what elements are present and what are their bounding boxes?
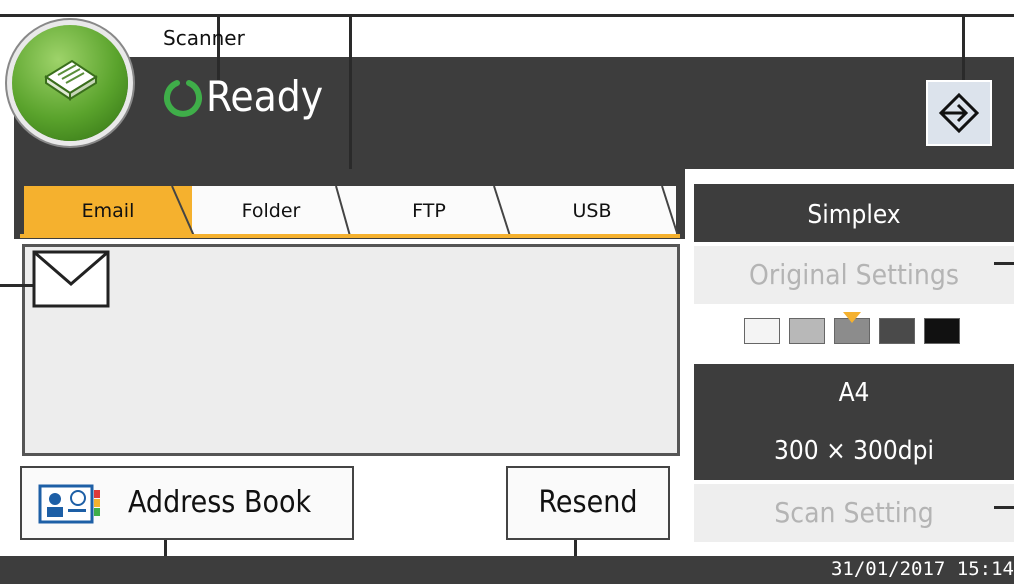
tab-underline: [20, 234, 680, 238]
density-level-2[interactable]: [789, 318, 825, 344]
callout-line-logout: [962, 14, 965, 84]
destination-list[interactable]: [22, 244, 680, 456]
callout-rule: [0, 14, 1014, 17]
density-level-5[interactable]: [924, 318, 960, 344]
callout-line-original-settings: [994, 262, 1014, 265]
callout-line-tabs: [349, 14, 352, 182]
callout-line-scan-setting: [994, 506, 1014, 509]
resolution: 300 × 300dpi: [774, 436, 934, 466]
top-area: [0, 0, 1014, 57]
resend-button[interactable]: Resend: [506, 466, 670, 540]
density-marker: [843, 312, 861, 323]
density-level-4[interactable]: [879, 318, 915, 344]
status-text: Ready: [206, 72, 324, 121]
scanner-screen: Scanner Ready Email Folder FTP USB Addre…: [0, 0, 1014, 584]
paper-size: A4: [838, 378, 870, 408]
density-level-1[interactable]: [744, 318, 780, 344]
scanner-icon: [12, 25, 128, 141]
logout-icon: [938, 92, 980, 134]
app-title: Scanner: [163, 26, 245, 50]
date-time: 31/01/2017 15:14: [830, 558, 1014, 580]
tab-dividers: [171, 185, 679, 237]
ready-ring-icon: [163, 78, 203, 118]
original-settings-button[interactable]: Original Settings: [694, 246, 1014, 304]
scan-setting-button[interactable]: Scan Setting: [694, 484, 1014, 542]
status-bar: 31/01/2017 15:14: [0, 556, 1014, 584]
scan-info: A4 300 × 300dpi: [694, 364, 1014, 480]
logout-button[interactable]: [926, 80, 992, 146]
callout-line-envelope: [0, 284, 34, 287]
address-book-button[interactable]: Address Book: [20, 466, 354, 540]
simplex-button[interactable]: Simplex: [694, 184, 1014, 242]
address-book-icon: [38, 484, 100, 524]
address-book-label: Address Book: [128, 485, 312, 520]
envelope-icon[interactable]: [32, 250, 110, 308]
